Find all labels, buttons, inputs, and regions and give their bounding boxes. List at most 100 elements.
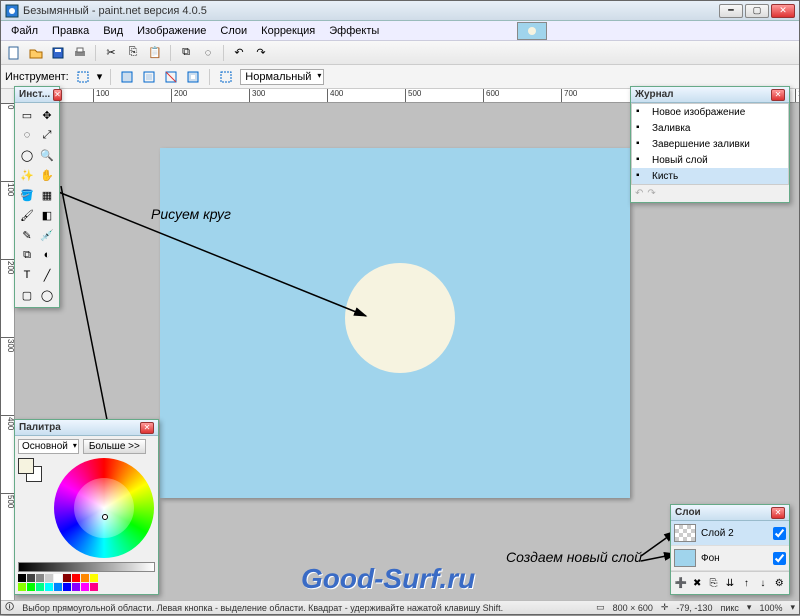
- undo-icon[interactable]: ↶: [230, 44, 248, 62]
- opt-icon-1[interactable]: [119, 69, 135, 85]
- menu-layers[interactable]: Слои: [214, 23, 253, 39]
- tool-lasso[interactable]: ◌: [18, 126, 36, 144]
- layer-down-icon[interactable]: ↓: [756, 575, 769, 591]
- layers-panel-title[interactable]: Слои ✕: [671, 505, 789, 521]
- palette-swatch[interactable]: [81, 583, 89, 591]
- paste-icon[interactable]: 📋: [146, 44, 164, 62]
- tools-panel-title[interactable]: Инст... ✕: [15, 87, 59, 103]
- layer-row[interactable]: Слой 2: [671, 521, 789, 546]
- document-thumbnail[interactable]: [517, 22, 547, 40]
- menu-edit[interactable]: Правка: [46, 23, 95, 39]
- hardness-combo[interactable]: Нормальный: [240, 69, 324, 85]
- color-swatches[interactable]: [18, 458, 48, 482]
- canvas[interactable]: [160, 148, 630, 498]
- palette-swatch[interactable]: [72, 583, 80, 591]
- palette-swatch[interactable]: [27, 583, 35, 591]
- palette-panel-title[interactable]: Палитра ✕: [15, 420, 158, 436]
- history-item[interactable]: ▪Кисть: [632, 168, 788, 184]
- tool-shape[interactable]: ◯: [38, 286, 56, 304]
- tool-recolor[interactable]: ◐: [38, 246, 56, 264]
- opt-icon-2[interactable]: [141, 69, 157, 85]
- opt-icon-4[interactable]: [185, 69, 201, 85]
- opt-shape-icon[interactable]: [218, 69, 234, 85]
- palette-swatch[interactable]: [27, 574, 35, 582]
- tool-move[interactable]: ✥: [38, 106, 56, 124]
- tool-picker[interactable]: 💉: [38, 226, 56, 244]
- layers-panel[interactable]: Слои ✕ Слой 2Фон ➕ ✖ ⎘ ⇊ ↑ ↓ ⚙: [670, 504, 790, 595]
- palette-swatch[interactable]: [45, 583, 53, 591]
- palette-swatch[interactable]: [81, 574, 89, 582]
- color-wheel[interactable]: [54, 458, 154, 558]
- tool-clone[interactable]: ⧉: [18, 246, 36, 264]
- redo-icon[interactable]: ↷: [252, 44, 270, 62]
- palette-panel-close[interactable]: ✕: [140, 422, 154, 434]
- history-undo-icon[interactable]: ↶: [635, 188, 643, 199]
- palette-swatch[interactable]: [90, 583, 98, 591]
- layer-merge-icon[interactable]: ⇊: [723, 575, 736, 591]
- palette-mode-combo[interactable]: Основной: [18, 439, 79, 454]
- opt-icon-3[interactable]: [163, 69, 179, 85]
- rect-select-icon[interactable]: [75, 69, 91, 85]
- tool-ellipse-select[interactable]: ◯: [18, 146, 36, 164]
- minimize-button[interactable]: ━: [719, 4, 743, 18]
- palette-more-button[interactable]: Больше >>: [83, 439, 146, 454]
- palette-swatch[interactable]: [63, 574, 71, 582]
- history-panel[interactable]: Журнал ✕ ▪Новое изображение▪Заливка▪Заве…: [630, 86, 790, 203]
- primary-color-swatch[interactable]: [18, 458, 34, 474]
- palette-swatch[interactable]: [90, 574, 98, 582]
- crop-icon[interactable]: ⧉: [177, 44, 195, 62]
- layer-row[interactable]: Фон: [671, 546, 789, 571]
- palette-swatch[interactable]: [18, 583, 26, 591]
- layer-delete-icon[interactable]: ✖: [690, 575, 703, 591]
- open-icon[interactable]: [27, 44, 45, 62]
- menu-image[interactable]: Изображение: [131, 23, 212, 39]
- tool-move-sel[interactable]: ⤢: [38, 126, 56, 144]
- maximize-button[interactable]: ▢: [745, 4, 769, 18]
- layer-dup-icon[interactable]: ⎘: [707, 575, 720, 591]
- history-panel-title[interactable]: Журнал ✕: [631, 87, 789, 103]
- title-bar[interactable]: Безымянный - paint.net версия 4.0.5 ━ ▢ …: [1, 1, 799, 21]
- close-button[interactable]: ✕: [771, 4, 795, 18]
- palette-swatch[interactable]: [45, 574, 53, 582]
- layers-panel-close[interactable]: ✕: [771, 507, 785, 519]
- tool-eraser[interactable]: ◧: [38, 206, 56, 224]
- tools-panel[interactable]: Инст... ✕ ▭ ✥ ◌ ⤢ ◯ 🔍 ✨ ✋ 🪣 ▦ 🖌 ◧ ✎ 💉 ⧉ …: [14, 86, 60, 308]
- palette-swatch[interactable]: [54, 574, 62, 582]
- history-item[interactable]: ▪Новое изображение: [632, 104, 788, 120]
- palette-panel[interactable]: Палитра ✕ Основной Больше >>: [14, 419, 159, 595]
- menu-view[interactable]: Вид: [97, 23, 129, 39]
- tool-wand[interactable]: ✨: [18, 166, 36, 184]
- save-icon[interactable]: [49, 44, 67, 62]
- history-item[interactable]: ▪Новый слой: [632, 152, 788, 168]
- tool-bucket[interactable]: 🪣: [18, 186, 36, 204]
- new-icon[interactable]: [5, 44, 23, 62]
- layer-visible-checkbox[interactable]: [773, 552, 786, 565]
- tool-rect-select[interactable]: ▭: [18, 106, 36, 124]
- layer-props-icon[interactable]: ⚙: [773, 575, 786, 591]
- history-panel-close[interactable]: ✕: [771, 89, 785, 101]
- tool-pencil[interactable]: ✎: [18, 226, 36, 244]
- tool-rect[interactable]: ▢: [18, 286, 36, 304]
- tool-line[interactable]: ╱: [38, 266, 56, 284]
- tool-brush[interactable]: 🖌: [18, 206, 36, 224]
- palette-swatch[interactable]: [54, 583, 62, 591]
- status-zoom[interactable]: 100%: [759, 603, 782, 613]
- layer-visible-checkbox[interactable]: [773, 527, 786, 540]
- palette-swatch[interactable]: [63, 583, 71, 591]
- value-slider[interactable]: [18, 562, 155, 572]
- deselect-icon[interactable]: ◌: [199, 44, 217, 62]
- tool-zoom[interactable]: 🔍: [38, 146, 56, 164]
- menu-adjustments[interactable]: Коррекция: [255, 23, 321, 39]
- tool-pan[interactable]: ✋: [38, 166, 56, 184]
- print-icon[interactable]: [71, 44, 89, 62]
- layer-up-icon[interactable]: ↑: [740, 575, 753, 591]
- layer-add-icon[interactable]: ➕: [674, 575, 687, 591]
- menu-effects[interactable]: Эффекты: [323, 23, 385, 39]
- palette-swatch[interactable]: [36, 583, 44, 591]
- history-item[interactable]: ▪Заливка: [632, 120, 788, 136]
- history-redo-icon[interactable]: ↷: [647, 188, 655, 199]
- tool-gradient[interactable]: ▦: [38, 186, 56, 204]
- status-unit[interactable]: пикс: [720, 603, 738, 613]
- palette-swatch[interactable]: [36, 574, 44, 582]
- tool-text[interactable]: T: [18, 266, 36, 284]
